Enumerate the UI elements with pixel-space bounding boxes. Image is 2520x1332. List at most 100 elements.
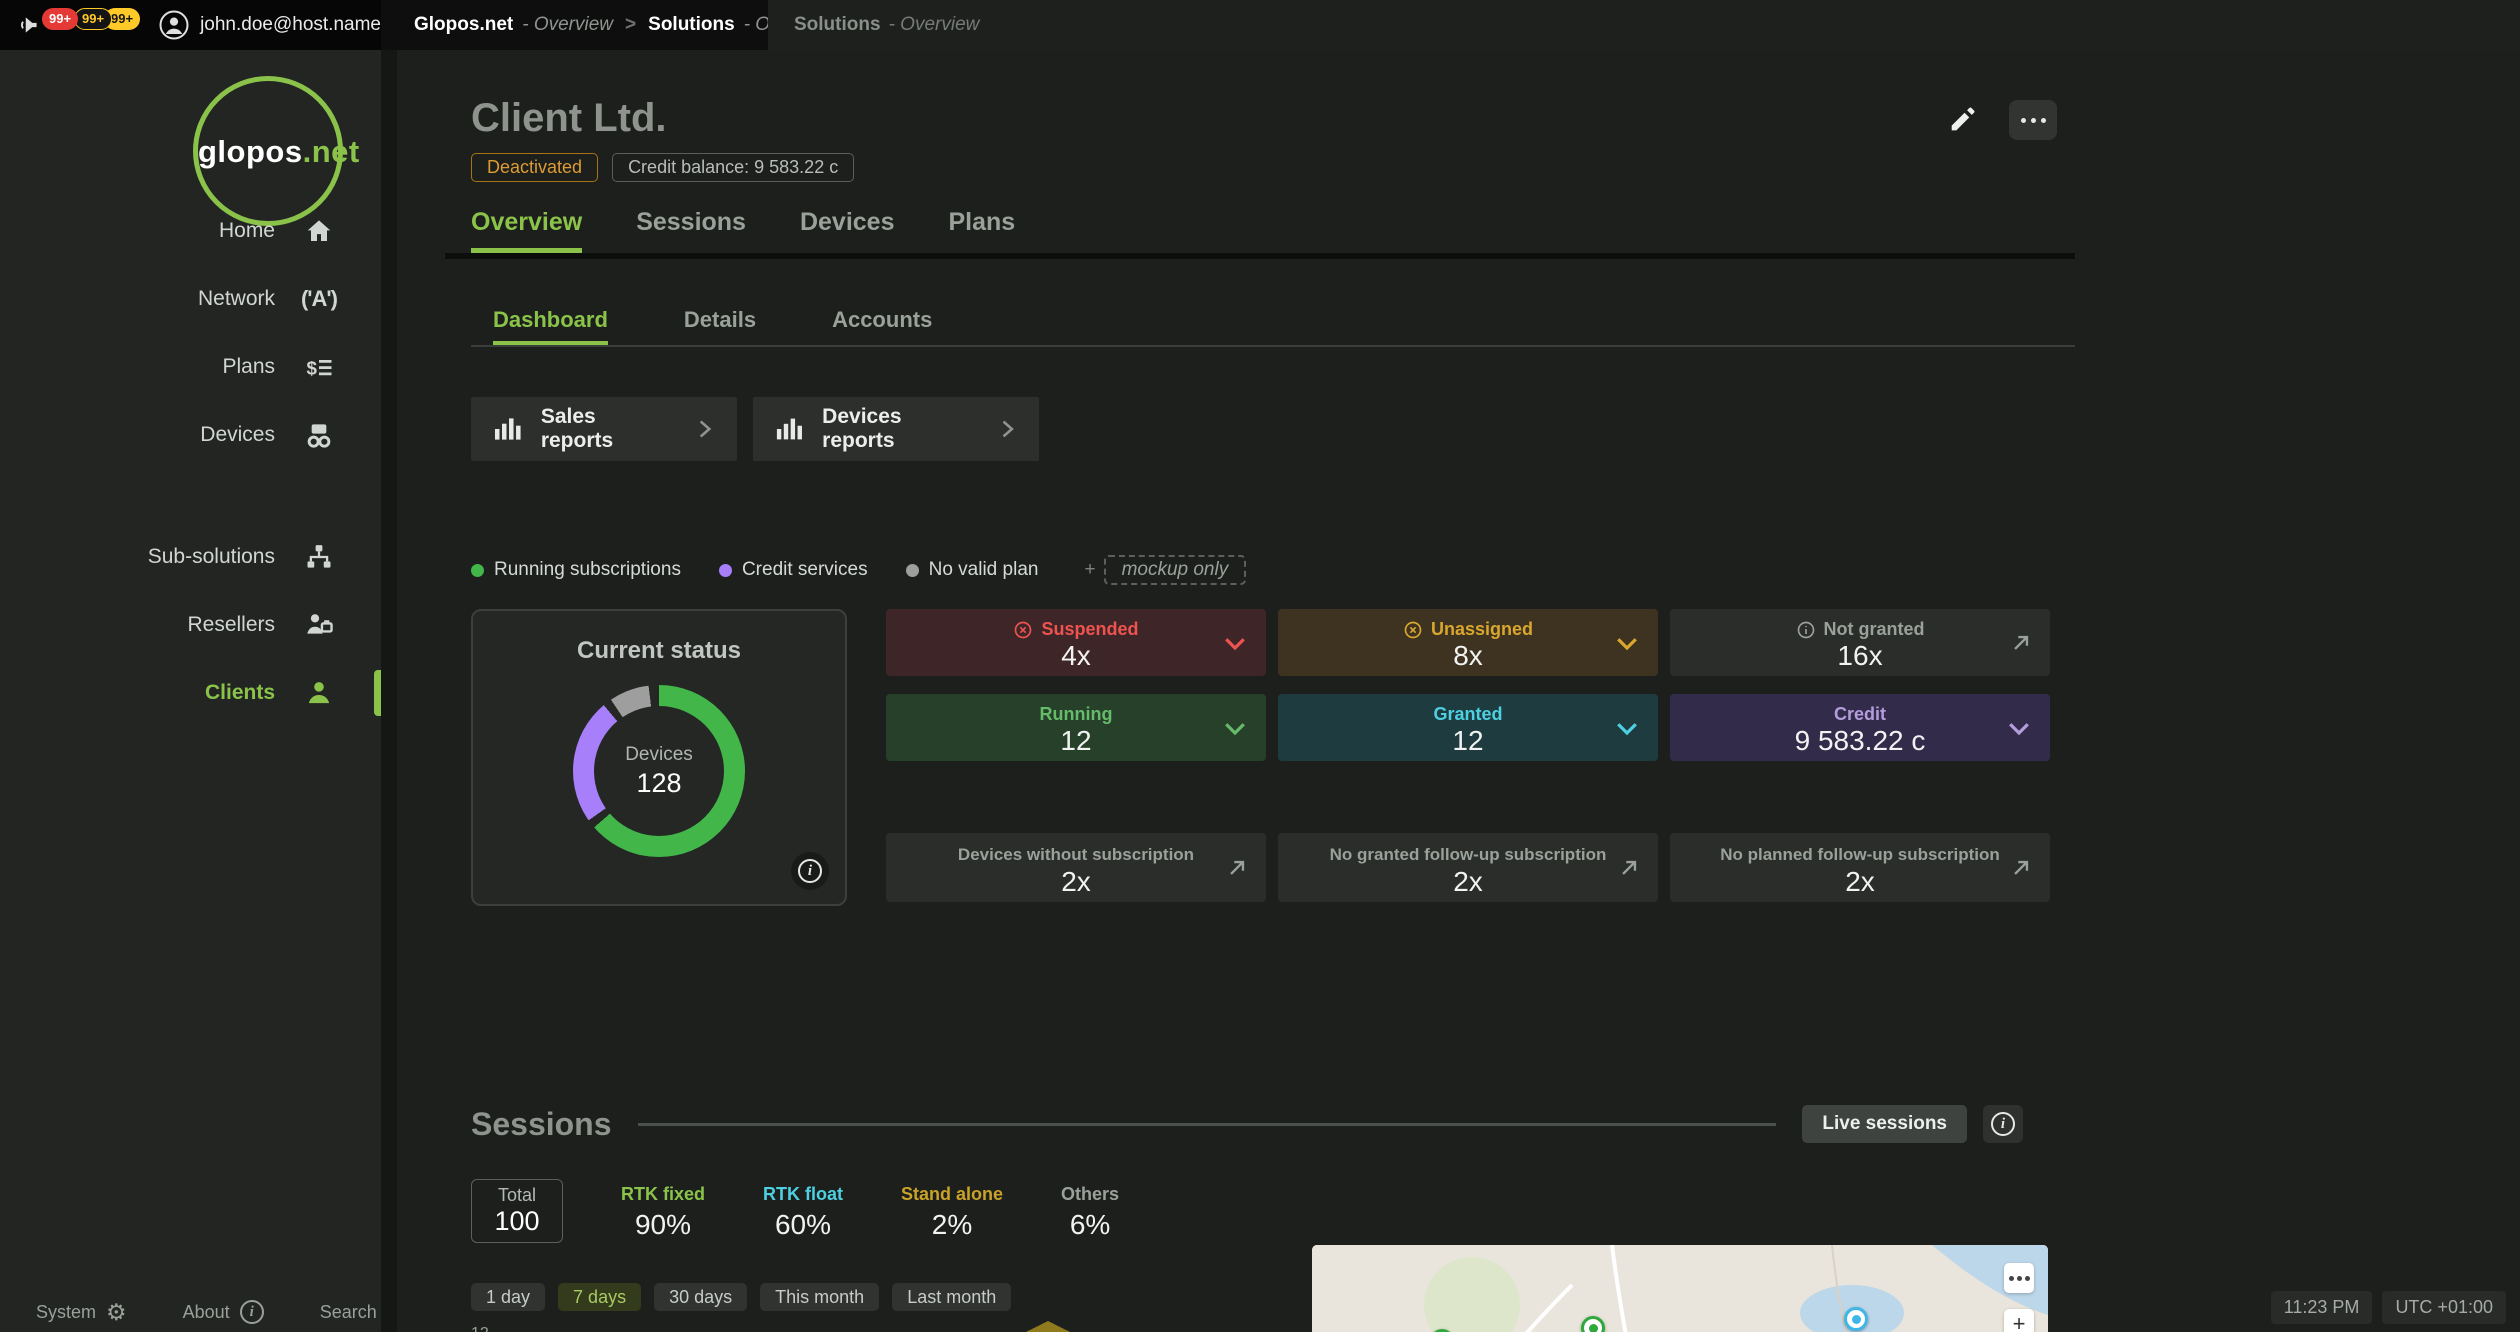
sub-tabs: Dashboard Details Accounts: [471, 307, 2520, 345]
circle-info-icon: [1797, 621, 1814, 638]
tab-devices[interactable]: Devices: [800, 208, 895, 253]
about-button[interactable]: About i: [183, 1300, 264, 1324]
sidebar-item-label: Plans: [222, 355, 275, 378]
tab-overview[interactable]: Overview: [471, 208, 583, 253]
legend-credit: Credit services: [718, 559, 868, 581]
sidebar-item-label: Devices: [200, 423, 275, 446]
critical-count-badge[interactable]: 99+: [42, 8, 79, 30]
clock-timezone: UTC +01:00: [2382, 1291, 2506, 1324]
breadcrumb-tab[interactable]: Glopos.net - Overview > Solutions - Over…: [381, 0, 835, 50]
card-no-granted-followup[interactable]: No granted follow-up subscription 2x: [1278, 833, 1658, 902]
clock-time: 11:23 PM: [2270, 1291, 2373, 1324]
more-actions-button[interactable]: [2009, 100, 2057, 140]
chevron-down-icon[interactable]: [1220, 628, 1250, 658]
donut-center-label: Devices: [625, 743, 693, 765]
sidebar-item-label: Home: [218, 219, 275, 242]
edit-button[interactable]: [1947, 105, 1977, 135]
status-card-credit[interactable]: Credit 9 583.22 c: [1670, 694, 2050, 761]
sessions-divider: [637, 1122, 1777, 1126]
sidebar-item-home[interactable]: Home: [0, 197, 381, 265]
secondary-tab-note[interactable]: - Overview: [889, 14, 980, 36]
filter-1-day[interactable]: 1 day: [471, 1283, 546, 1311]
sidebar-divider: [381, 50, 397, 1332]
zoom-in-button[interactable]: +: [2004, 1309, 2034, 1332]
tabs-separator: [445, 253, 2075, 259]
status-badge: Deactivated: [471, 153, 599, 182]
legend-dot: [718, 563, 732, 577]
sidebar-nav: Home Network ('A') Plans $ Devices Sub-s…: [0, 197, 381, 727]
breadcrumb-separator-icon: >: [625, 14, 637, 35]
info-icon: i: [1991, 1112, 2015, 1136]
status-legend: Running subscriptions Credit services No…: [471, 555, 2520, 585]
open-arrow-icon[interactable]: [2008, 855, 2034, 881]
chevron-right-icon: [1002, 420, 1014, 438]
user-menu[interactable]: john.doe@host.name: [159, 10, 381, 40]
sidebar-item-devices[interactable]: Devices: [0, 401, 381, 469]
filter-7-days[interactable]: 7 days: [558, 1283, 642, 1311]
map-more-button[interactable]: [2004, 1263, 2034, 1293]
bar-chart-icon: [776, 418, 802, 440]
open-arrow-icon[interactable]: [1224, 855, 1250, 881]
status-card-unassigned[interactable]: Unassigned 8x: [1278, 609, 1658, 676]
live-sessions-button[interactable]: Live sessions: [1802, 1105, 1967, 1143]
tab-plans[interactable]: Plans: [949, 208, 1016, 253]
client-badges: Deactivated Credit balance: 9 583.22 c: [471, 153, 2075, 182]
system-button[interactable]: System ⚙: [36, 1298, 127, 1325]
warning-count-badge[interactable]: 99+: [74, 8, 113, 30]
subtab-dashboard[interactable]: Dashboard: [493, 307, 608, 345]
status-card-not-granted[interactable]: Not granted 16x: [1670, 609, 2050, 676]
sidebar-item-network[interactable]: Network ('A'): [0, 265, 381, 333]
chevron-right-icon: [699, 420, 712, 438]
card-no-planned-followup[interactable]: No planned follow-up subscription 2x: [1670, 833, 2050, 902]
map-marker-blue[interactable]: [1844, 1307, 1868, 1331]
status-card-suspended[interactable]: Suspended 4x: [886, 609, 1266, 676]
sessions-map[interactable]: 16 +: [1312, 1245, 2048, 1332]
status-cards-grid: Suspended 4x Unassigned 8x Not granted 1…: [886, 609, 2050, 761]
status-card-granted[interactable]: Granted 12: [1278, 694, 1658, 761]
plus-icon: +: [1084, 559, 1096, 580]
devices-reports-button[interactable]: Devices reports: [753, 397, 1039, 461]
report-buttons: Sales reports Devices reports: [471, 397, 2520, 461]
notifications-button[interactable]: 99+ 99+ 99+: [0, 0, 145, 50]
topbar: 99+ 99+ 99+ john.doe@host.name Glopos.ne…: [0, 0, 2520, 50]
chevron-down-icon[interactable]: [1220, 713, 1250, 743]
breadcrumb-section: Solutions: [648, 14, 735, 35]
sessions-info-button[interactable]: i: [1983, 1105, 2023, 1143]
legend-novalid: No valid plan: [905, 559, 1038, 581]
sidebar: glopos.net Home Network ('A') Plans $ De…: [0, 50, 409, 1332]
status-card-running[interactable]: Running 12: [886, 694, 1266, 761]
subtab-accounts[interactable]: Accounts: [832, 307, 932, 345]
subtabs-separator: [471, 345, 2075, 347]
topbar-left: 99+ 99+ 99+ john.doe@host.name: [0, 0, 381, 50]
sidebar-item-label: Clients: [204, 681, 275, 704]
chevron-down-icon[interactable]: [1612, 628, 1642, 658]
followup-cards-grid: Devices without subscription 2x No grant…: [886, 833, 2050, 902]
filter-30-days[interactable]: 30 days: [654, 1283, 748, 1311]
circle-x-icon: [1015, 621, 1032, 638]
svg-text:$: $: [307, 358, 318, 379]
hierarchy-icon: [297, 542, 341, 572]
filter-last-month[interactable]: Last month: [892, 1283, 1012, 1311]
legend-running: Running subscriptions: [471, 559, 681, 581]
map-tiles: [1312, 1245, 2048, 1332]
chevron-down-icon[interactable]: [2004, 713, 2034, 743]
session-stats: Total 100 RTK fixed 90% RTK float 60% St…: [471, 1179, 2075, 1243]
card-devices-without-subscription[interactable]: Devices without subscription 2x: [886, 833, 1266, 902]
subtab-details[interactable]: Details: [684, 307, 756, 345]
avatar-icon: [159, 10, 189, 40]
current-status-info-button[interactable]: i: [791, 852, 829, 890]
filter-this-month[interactable]: This month: [760, 1283, 880, 1311]
sidebar-item-resellers[interactable]: Resellers: [0, 591, 381, 659]
status-cards-column: Suspended 4x Unassigned 8x Not granted 1…: [886, 609, 2050, 906]
gear-icon: ⚙: [106, 1298, 127, 1325]
open-arrow-icon[interactable]: [1616, 855, 1642, 881]
sidebar-item-plans[interactable]: Plans $: [0, 333, 381, 401]
sidebar-item-clients[interactable]: Clients: [0, 659, 381, 727]
chart-peak: [1014, 1321, 1082, 1332]
sidebar-item-sub-solutions[interactable]: Sub-solutions: [0, 523, 381, 591]
tab-sessions[interactable]: Sessions: [636, 208, 746, 253]
secondary-tab-label[interactable]: Solutions: [794, 14, 881, 36]
chevron-down-icon[interactable]: [1612, 713, 1642, 743]
open-arrow-icon[interactable]: [2008, 630, 2034, 656]
sales-reports-button[interactable]: Sales reports: [471, 397, 737, 461]
